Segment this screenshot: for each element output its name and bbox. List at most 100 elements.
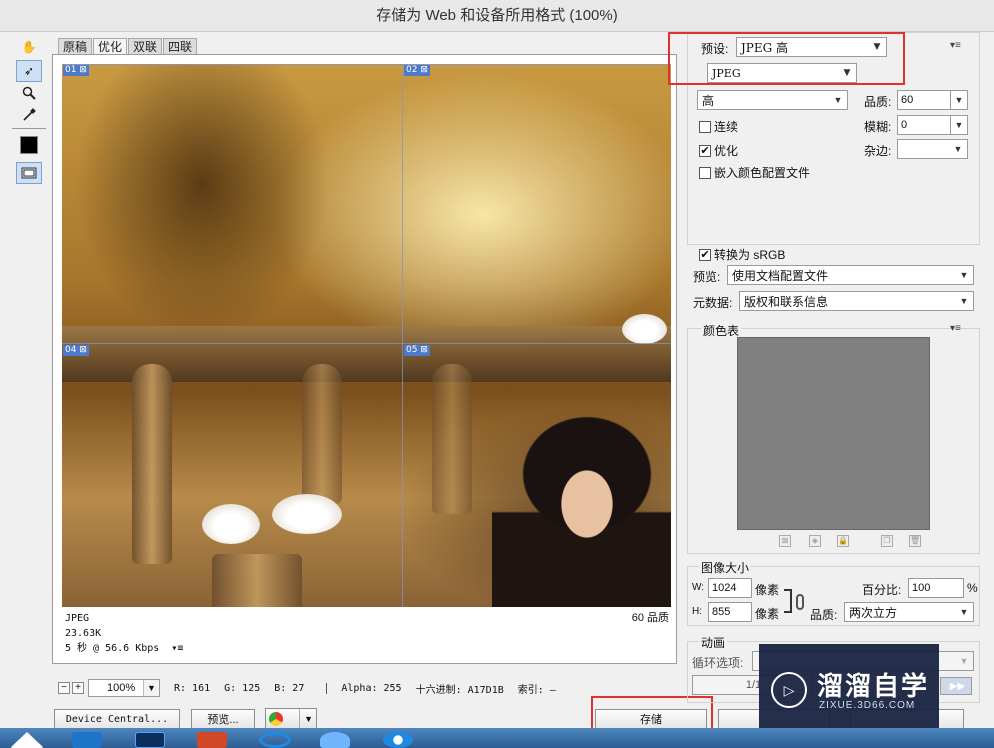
- chevron-down-icon: ▼: [959, 270, 969, 280]
- optimized-checkbox[interactable]: ✔ 优化: [699, 142, 738, 159]
- browser-app-icon[interactable]: [259, 732, 291, 748]
- dove: [272, 494, 342, 534]
- matte-label: 杂边:: [864, 144, 892, 158]
- cloud-app-icon[interactable]: [320, 732, 350, 748]
- view-tabs: 原稿 优化 双联 四联: [58, 38, 198, 54]
- resample-quality-label: 品质:: [810, 608, 838, 622]
- height-input[interactable]: 855: [708, 602, 752, 622]
- watermark-logo: ▷ 溜溜自学 ZIXUE.3D66.COM: [759, 644, 939, 730]
- tab-original[interactable]: 原稿: [58, 38, 93, 54]
- web-snap-icon: ◈: [809, 535, 821, 547]
- watermark-brand: 溜溜自学: [817, 671, 930, 701]
- quality-input[interactable]: 60: [897, 90, 951, 110]
- quality-slider-toggle[interactable]: ▼: [950, 90, 968, 110]
- resample-quality-select[interactable]: 两次立方 ▼: [844, 602, 974, 622]
- percent-label: 百分比:: [862, 583, 902, 597]
- percent-input[interactable]: 100: [908, 578, 964, 598]
- alpha-value: Alpha: 255: [326, 682, 402, 694]
- zoom-tool-icon[interactable]: [16, 82, 42, 104]
- matte-select[interactable]: ▼: [897, 139, 968, 159]
- tab-2-up[interactable]: 双联: [128, 38, 163, 54]
- hex-value: 十六进制: A17D1B: [415, 684, 504, 696]
- slice-label[interactable]: 01 ⊠: [63, 65, 89, 76]
- browser-preview-select[interactable]: ▼: [265, 708, 317, 730]
- zoom-in-button[interactable]: +: [72, 682, 84, 694]
- eyedropper-tool-icon[interactable]: [16, 104, 42, 126]
- toggle-slices-visibility-icon[interactable]: [16, 162, 42, 184]
- compression-quality-select[interactable]: 高 ▼: [697, 90, 848, 110]
- preset-highlight: [668, 32, 905, 85]
- optimized-preview: 01 ⊠ 02 ⊠ 04 ⊠ 05 ⊠ JPEG 23.63K 5 秒 @ 56…: [52, 54, 677, 664]
- metadata-label: 元数据:: [693, 296, 733, 310]
- play-icon: ▷: [771, 672, 807, 708]
- percent-unit: %: [967, 581, 978, 595]
- slice-label[interactable]: 04 ⊠: [63, 345, 89, 356]
- height-unit: 像素: [755, 607, 780, 621]
- slice-label[interactable]: 02 ⊠: [404, 65, 430, 76]
- powerpoint-app-icon[interactable]: [197, 732, 227, 748]
- preview-profile-select[interactable]: 使用文档配置文件 ▼: [727, 265, 974, 285]
- blur-slider-toggle[interactable]: ▼: [950, 115, 968, 135]
- hand-tool-icon[interactable]: ✋: [16, 36, 42, 58]
- lenovo-app-icon[interactable]: [72, 732, 102, 748]
- red-value: R: 161: [174, 682, 211, 694]
- loop-options-label: 循环选项:: [692, 656, 744, 670]
- eyedropper-color-swatch[interactable]: [16, 134, 42, 156]
- image-size-title: 图像大小: [699, 559, 752, 576]
- chevron-down-icon: ▼: [959, 656, 969, 666]
- index-value: 索引: —: [517, 684, 556, 696]
- chevron-down-icon: ▼: [833, 95, 843, 105]
- slice-guide: [62, 343, 671, 344]
- blur-label: 模糊:: [864, 120, 892, 134]
- toolbar-divider: [12, 128, 46, 129]
- tab-4-up[interactable]: 四联: [163, 38, 198, 54]
- color-table-title: 颜色表: [701, 322, 742, 339]
- baluster: [132, 364, 172, 564]
- download-time-readout: 5 秒 @ 56.6 Kbps: [65, 643, 160, 654]
- tab-optimized[interactable]: 优化: [93, 38, 128, 54]
- green-value: G: 125: [224, 682, 261, 694]
- app-icon[interactable]: [383, 732, 413, 748]
- zoom-out-button[interactable]: −: [58, 682, 70, 694]
- color-table-swatches[interactable]: [737, 337, 930, 530]
- download-speed-menu-icon[interactable]: ▾≡: [171, 643, 183, 654]
- browser-icon: [269, 712, 283, 726]
- width-unit: 像素: [755, 583, 780, 597]
- status-bar: − + 100% ▼ R: 161 G: 125 B: 27 Alpha: 25…: [52, 678, 677, 698]
- blue-value: B: 27: [274, 682, 305, 694]
- lock-color-icon: 🔒: [837, 535, 849, 547]
- color-table-menu-icon[interactable]: ▾≡: [950, 323, 961, 334]
- map-transparency-icon: ⊠: [779, 535, 791, 547]
- last-frame-button[interactable]: ▶▶: [940, 677, 972, 695]
- constrain-bracket: [784, 589, 792, 613]
- preview-image[interactable]: 01 ⊠ 02 ⊠ 04 ⊠ 05 ⊠: [62, 64, 671, 607]
- zoom-level-select[interactable]: 100% ▼: [88, 679, 160, 697]
- window-title: 存储为 Web 和设备所用格式 (100%): [0, 0, 994, 32]
- portrait-figure: [492, 394, 671, 607]
- quality-readout: 60 品质: [631, 612, 669, 624]
- chevron-down-icon: ▼: [959, 607, 969, 617]
- save-for-web-dialog: ✋ ➶ 原稿 优化 双联 四联 01 ⊠ 02 ⊠ 04 ⊠ 05 ⊠ JPEG…: [0, 32, 994, 748]
- progressive-checkbox[interactable]: 连续: [699, 118, 738, 135]
- quality-label: 品质:: [864, 95, 892, 109]
- optimize-menu-icon[interactable]: ▾≡: [950, 40, 961, 51]
- metadata-select[interactable]: 版权和联系信息 ▼: [739, 291, 974, 311]
- chevron-down-icon: ▼: [299, 709, 313, 729]
- baluster: [302, 364, 342, 504]
- chevron-down-icon: ▼: [954, 95, 964, 105]
- new-color-icon: ❐: [881, 535, 893, 547]
- watermark-url: ZIXUE.3D66.COM: [819, 700, 916, 711]
- blur-input[interactable]: 0: [897, 115, 951, 135]
- slice-select-tool-icon[interactable]: ➶: [16, 60, 42, 82]
- width-input[interactable]: 1024: [708, 578, 752, 598]
- constrain-proportions-link-icon[interactable]: [796, 594, 804, 610]
- slice-guide: [62, 64, 671, 65]
- chevron-down-icon: ▼: [953, 144, 963, 154]
- baluster: [432, 364, 472, 514]
- animation-title: 动画: [699, 634, 728, 651]
- convert-to-srgb-checkbox[interactable]: ✔ 转换为 sRGB: [699, 246, 785, 263]
- photoshop-app-icon[interactable]: [135, 732, 165, 748]
- pedestal: [212, 554, 302, 607]
- slice-label[interactable]: 05 ⊠: [404, 345, 430, 356]
- embed-color-profile-checkbox[interactable]: 嵌入颜色配置文件: [699, 164, 810, 181]
